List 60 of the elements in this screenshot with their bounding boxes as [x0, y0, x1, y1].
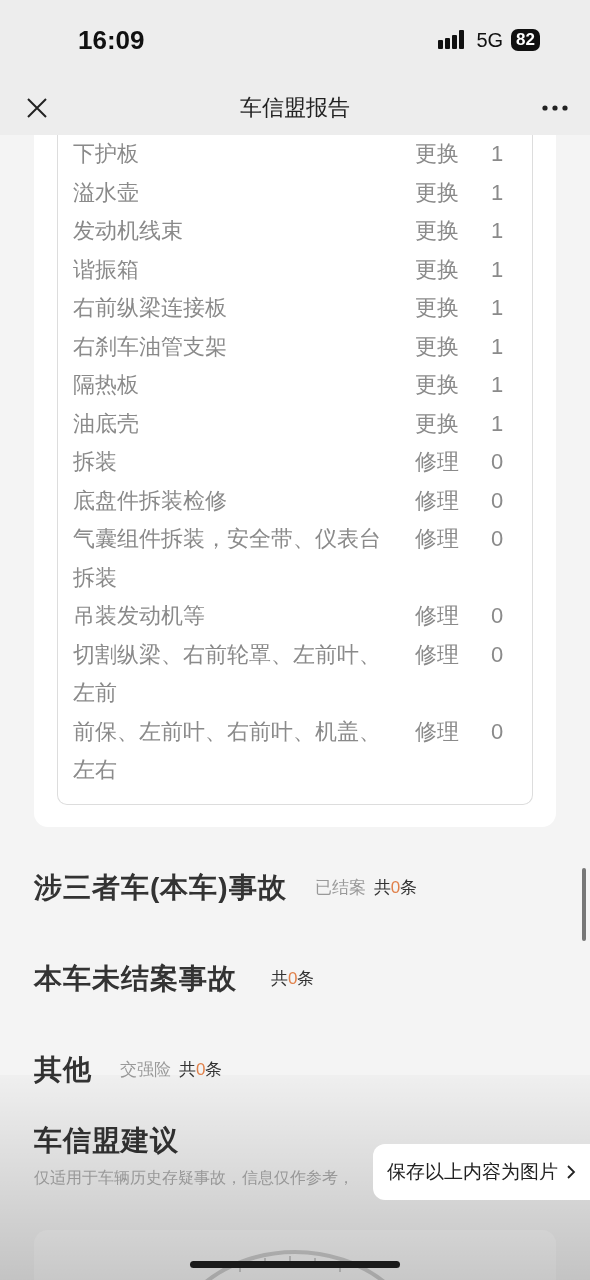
section-title: 其他 — [34, 1053, 92, 1087]
repair-action: 更换 — [415, 295, 459, 320]
repair-action: 更换 — [415, 333, 459, 359]
part-name: 溢水壶 — [73, 179, 139, 205]
save-image-button[interactable]: 保存以上内容为图片 — [373, 1144, 590, 1200]
status-tag: 已结案 — [314, 875, 366, 901]
repair-action: 更换 — [415, 179, 459, 205]
part-name: 谐振箱 — [73, 256, 139, 282]
status-tag: 交强险 — [120, 1057, 171, 1083]
status-time: 16:09 — [78, 23, 145, 57]
quantity: 1 — [491, 179, 504, 205]
more-icon[interactable] — [542, 104, 568, 111]
page-title: 车信盟报告 — [240, 94, 350, 122]
part-name: 隔热板 — [73, 372, 139, 397]
chevron-icon — [566, 1164, 576, 1180]
repair-action: 更换 — [415, 256, 459, 282]
quantity: 1 — [491, 372, 504, 397]
battery-level: 82 — [511, 29, 540, 51]
part-name: 发动机线束 — [73, 218, 183, 243]
part-name: 底盘件拆装检修 — [73, 487, 227, 513]
repair-action: 修理 — [415, 603, 459, 628]
repair-action: 修理 — [415, 641, 459, 667]
repair-action: 更换 — [415, 141, 459, 166]
quantity: 0 — [491, 449, 504, 474]
part-name: 油底壳 — [73, 410, 139, 436]
section-title: 本车未结案事故 — [34, 962, 237, 996]
part-name: 气囊组件拆装，安全带、仪表台拆装 — [73, 526, 381, 590]
section-title: 车信盟建议 — [34, 1124, 179, 1156]
quantity: 1 — [491, 410, 504, 436]
part-name: 吊装发动机等 — [73, 603, 205, 628]
quantity: 1 — [491, 295, 504, 320]
quantity: 0 — [491, 641, 504, 667]
network-label: 5G — [476, 28, 504, 53]
quantity: 0 — [491, 718, 504, 744]
repair-action: 修理 — [415, 718, 459, 744]
quantity: 0 — [491, 487, 504, 513]
part-name: 前保、左前叶、右前叶、机盖、左右 — [73, 718, 381, 782]
part-name: 右刹车油管支架 — [73, 333, 227, 359]
repair-action: 修理 — [415, 487, 459, 513]
record-count: 共0条 — [179, 1059, 223, 1082]
repair-action: 更换 — [415, 372, 459, 397]
quantity: 1 — [491, 218, 504, 243]
repair-action: 更换 — [415, 218, 459, 243]
part-name: 切割纵梁、右前轮罩、左前叶、左前 — [73, 641, 381, 705]
quantity: 1 — [491, 141, 504, 166]
quantity: 0 — [491, 603, 504, 628]
repair-action: 修理 — [415, 526, 459, 551]
record-count: 共0条 — [271, 968, 315, 991]
repair-action: 更换 — [415, 410, 459, 436]
record-count: 共0条 — [373, 877, 418, 900]
repair-action: 修理 — [415, 449, 459, 474]
quantity: 1 — [491, 333, 504, 359]
section-title: 涉三者车(本车)事故 — [34, 871, 287, 905]
close-icon[interactable] — [26, 96, 48, 119]
part-name: 右前纵梁连接板 — [73, 295, 227, 320]
disclaimer-text: 仅适用于车辆历史存疑事故，信息仅作参考， — [34, 1168, 354, 1186]
quantity: 0 — [491, 526, 504, 551]
part-name: 下护板 — [73, 141, 139, 166]
part-name: 拆装 — [73, 449, 117, 474]
quantity: 1 — [491, 256, 504, 282]
